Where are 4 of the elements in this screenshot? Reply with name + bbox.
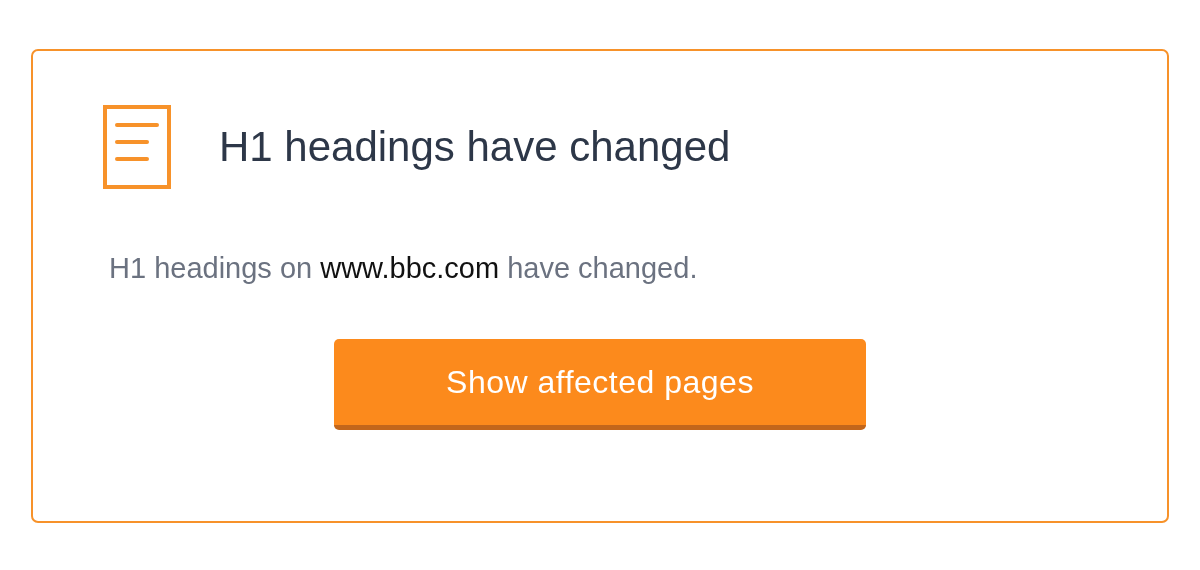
card-title: H1 headings have changed bbox=[219, 121, 731, 172]
document-icon bbox=[103, 105, 171, 189]
description-text: H1 headings on www.bbc.com have changed. bbox=[109, 251, 699, 286]
website-link[interactable]: www.bbc.com bbox=[320, 252, 500, 284]
